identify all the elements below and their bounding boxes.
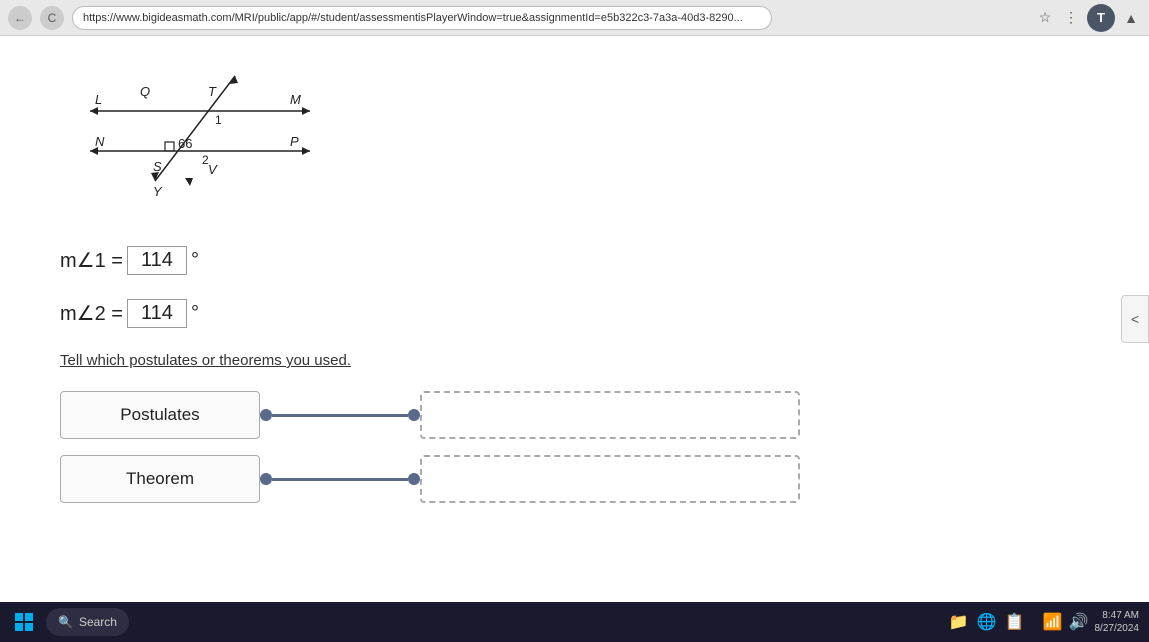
diagram-svg: L Q T M 1 N P 66 2 — [60, 56, 380, 236]
main-content: L Q T M 1 N P 66 2 — [0, 36, 1149, 602]
taskbar-app-icons: 📁 🌐 📋 — [949, 612, 1025, 632]
search-label: Search — [79, 615, 117, 629]
equation-angle1: m∠1 = 114 ° — [60, 246, 1089, 275]
svg-text:S: S — [153, 159, 162, 174]
postulates-drag-item[interactable]: Postulates — [60, 391, 260, 439]
clock-time: 8:47 AM — [1095, 609, 1140, 622]
theorem-connector-line — [272, 478, 408, 481]
windows-start-button[interactable] — [10, 608, 38, 636]
taskbar: 🔍 Search 📁 🌐 📋 📶 🔊 8:47 AM 8/27/2024 — [0, 602, 1149, 642]
browser-icons: ☆ ⋮ T ▲ — [1035, 4, 1141, 32]
sidebar-toggle-button[interactable]: < — [1121, 295, 1149, 343]
taskbar-start — [10, 608, 38, 636]
search-icon: 🔍 — [58, 615, 73, 629]
angle1-value-box: 114 — [127, 246, 187, 275]
theorem-connector — [260, 473, 420, 485]
theorem-connector-dot-right — [408, 473, 420, 485]
wifi-icon: 📶 — [1043, 612, 1063, 632]
star-icon[interactable]: ☆ — [1035, 8, 1055, 28]
volume-icon: 🔊 — [1069, 612, 1089, 632]
browser-bar: ← C https://www.bigideasmath.com/MRI/pub… — [0, 0, 1149, 36]
svg-text:66: 66 — [178, 136, 192, 151]
nav-refresh-button[interactable]: C — [40, 6, 64, 30]
nav-back-button[interactable]: ← — [8, 6, 32, 30]
taskbar-search[interactable]: 🔍 Search — [46, 608, 129, 636]
connector-dot-left — [260, 409, 272, 421]
connector-line — [272, 414, 408, 417]
angle2-degree: ° — [191, 302, 199, 325]
prompt-text: Tell which postulates or theorems you us… — [60, 352, 1089, 369]
angle2-value-box: 114 — [127, 299, 187, 328]
angle1-label: m∠1 = — [60, 248, 123, 273]
postulates-drag-row: Postulates — [60, 391, 1089, 439]
angle1-degree: ° — [191, 249, 199, 272]
system-tray: 📶 🔊 8:47 AM 8/27/2024 — [1043, 609, 1139, 635]
svg-text:N: N — [95, 134, 105, 149]
svg-text:P: P — [290, 134, 299, 149]
taskbar-app-icon[interactable]: 📋 — [1005, 612, 1025, 632]
svg-text:L: L — [95, 92, 102, 107]
url-text: https://www.bigideasmath.com/MRI/public/… — [83, 12, 743, 24]
angle2-label: m∠2 = — [60, 301, 123, 326]
equation-angle2: m∠2 = 114 ° — [60, 299, 1089, 328]
svg-text:T: T — [208, 84, 217, 99]
postulates-connector — [260, 409, 420, 421]
system-clock: 8:47 AM 8/27/2024 — [1095, 609, 1140, 635]
theorem-connector-dot-left — [260, 473, 272, 485]
user-avatar: T — [1087, 4, 1115, 32]
clock-date: 8/27/2024 — [1095, 622, 1140, 635]
taskbar-file-icon[interactable]: 📁 — [949, 612, 969, 632]
address-bar[interactable]: https://www.bigideasmath.com/MRI/public/… — [72, 6, 772, 30]
svg-text:1: 1 — [215, 113, 222, 127]
svg-text:M: M — [290, 92, 301, 107]
browser-menu-icon[interactable]: ⋮ — [1061, 8, 1081, 28]
svg-text:Q: Q — [140, 84, 150, 99]
geometry-diagram: L Q T M 1 N P 66 2 — [60, 56, 380, 236]
svg-text:Y: Y — [153, 184, 163, 199]
postulates-drop-zone[interactable] — [420, 391, 800, 439]
expand-icon[interactable]: ▲ — [1121, 8, 1141, 28]
svg-text:V: V — [208, 162, 218, 177]
theorem-drop-zone[interactable] — [420, 455, 800, 503]
theorem-drag-item[interactable]: Theorem — [60, 455, 260, 503]
connector-dot-right — [408, 409, 420, 421]
taskbar-browser-icon[interactable]: 🌐 — [977, 612, 997, 632]
theorem-drag-row: Theorem — [60, 455, 1089, 503]
